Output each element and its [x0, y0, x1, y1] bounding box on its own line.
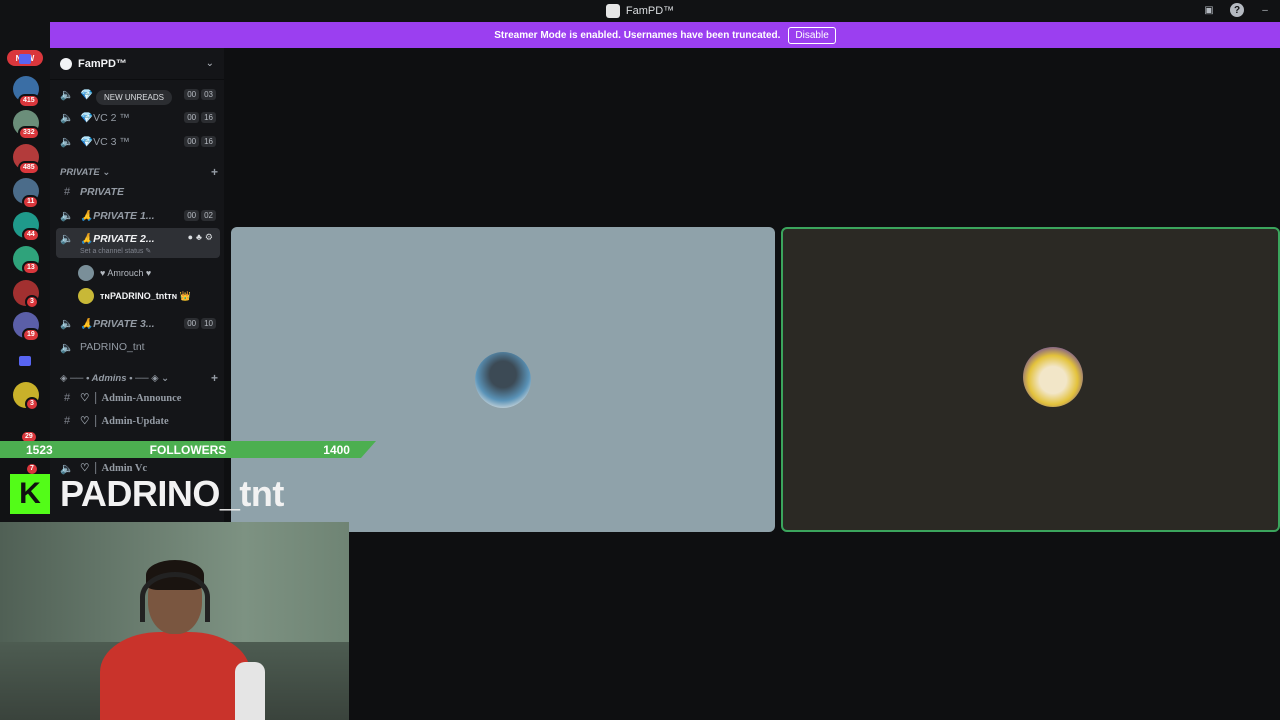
voice-channel-padrino[interactable]: 🔈 PADRINO_tnt: [56, 337, 220, 357]
channel-label: ♡ │ Admin-Update: [80, 416, 169, 427]
text-channel-admin-update[interactable]: # ♡ │ Admin-Update: [56, 411, 220, 431]
help-icon[interactable]: ?: [1230, 3, 1244, 17]
unread-badge: 11: [22, 195, 40, 209]
voice-tile-padrino[interactable]: [781, 227, 1280, 532]
channel-label: PRIVATE: [80, 186, 124, 198]
user-count: 00: [184, 111, 200, 123]
unread-badge: 332: [18, 126, 40, 140]
title-bar: FamPD™ ▣ ? –: [0, 0, 1280, 22]
channel-label: 🙏PRIVATE 2...: [80, 233, 155, 245]
streamer-name: PADRINO_tnt: [60, 473, 284, 514]
unread-badge: 415: [18, 94, 40, 108]
followers-label: FOLLOWERS: [149, 442, 227, 457]
user-limit: 10: [201, 317, 216, 329]
voice-channel-vc2[interactable]: 🔈 💎VC 2 ™ 00 16: [56, 107, 220, 127]
person-shirt: [100, 632, 250, 720]
unread-badge: 19: [22, 328, 40, 342]
voice-user-padrino[interactable]: ᴛɴPADRINO_tntᴛɴ 👑: [78, 287, 191, 305]
new-unreads-pill[interactable]: NEW UNREADS: [96, 90, 173, 105]
hash-icon: #: [63, 186, 71, 198]
avatar: [78, 288, 94, 304]
speaker-icon: 🔈: [60, 341, 74, 354]
text-channel-private[interactable]: # PRIVATE: [56, 182, 220, 202]
inbox-icon[interactable]: ▣: [1202, 3, 1216, 17]
banner-message: Streamer Mode is enabled. Usernames have…: [494, 29, 781, 41]
channel-label: 💎VC 3 ™: [80, 135, 130, 148]
app-icon: [605, 4, 620, 18]
voice-channel-private-1[interactable]: 🔈 🙏PRIVATE 1... 00 02: [56, 205, 220, 225]
user-limit: 16: [201, 135, 216, 147]
follower-count-goal: 1400: [323, 442, 350, 457]
server-logo-icon: [60, 57, 72, 70]
speaker-icon: 🔈: [60, 88, 74, 101]
streamer-mode-banner: Streamer Mode is enabled. Usernames have…: [50, 22, 1280, 48]
channel-actions[interactable]: ●♣⚙: [188, 232, 216, 243]
user-count: 00: [184, 317, 200, 329]
user-count: 00: [184, 209, 200, 221]
avatar: [78, 265, 94, 281]
unread-badge: 3: [25, 295, 39, 309]
window-title: FamPD™: [625, 5, 675, 17]
streamer-name-overlay: K PADRINO_tnt: [0, 466, 340, 522]
voice-user-amrouch[interactable]: ♥ Amrouch ♥: [78, 264, 151, 282]
plus-icon[interactable]: +: [211, 165, 218, 179]
server-name: FamPD™: [78, 57, 127, 70]
follower-count-current: 1523: [26, 442, 53, 457]
folder-icon[interactable]: [19, 54, 31, 64]
unread-badge: 485: [18, 161, 40, 175]
category-label: ◈ ── • Admins • ── ◈ ⌄: [60, 372, 170, 384]
category-label: PRIVATE ⌄: [60, 166, 111, 178]
voice-channel-private-2[interactable]: 🔈 🙏PRIVATE 2... ●♣⚙ Set a channel status…: [56, 228, 220, 258]
user-limit: 03: [201, 88, 216, 100]
voice-channel-vc3[interactable]: 🔈 💎VC 3 ™ 00 16: [56, 131, 220, 151]
category-admins[interactable]: ◈ ── • Admins • ── ◈ ⌄ +: [60, 371, 218, 385]
kick-logo-icon: K: [10, 474, 50, 514]
voice-channel-private-3[interactable]: 🔈 🙏PRIVATE 3... 00 10: [56, 313, 220, 333]
headset-icon: [140, 572, 210, 622]
unread-badge: 13: [22, 261, 40, 275]
avatar: [475, 352, 531, 408]
user-limit: 16: [201, 111, 216, 123]
channel-label: 💎VC 2 ™: [80, 111, 130, 124]
username: ♥ Amrouch ♥: [100, 268, 152, 278]
chair: [235, 662, 265, 720]
channel-status[interactable]: Set a channel status ✎: [80, 247, 151, 255]
username: ᴛɴPADRINO_tntᴛɴ 👑: [100, 290, 191, 301]
minimize-icon[interactable]: –: [1258, 3, 1272, 17]
webcam-feed: [0, 522, 349, 720]
avatar: [1023, 347, 1083, 407]
channel-label: PADRINO_tnt: [80, 341, 145, 353]
hash-icon: #: [63, 392, 71, 404]
category-private[interactable]: PRIVATE ⌄ +: [60, 165, 218, 179]
disable-button[interactable]: Disable: [788, 26, 836, 44]
followers-bar: 1523 FOLLOWERS 1400: [0, 441, 376, 458]
speaker-icon: 🔈: [60, 233, 74, 245]
chevron-down-icon[interactable]: ⌄: [206, 58, 214, 69]
plus-icon[interactable]: +: [211, 371, 218, 385]
channel-label: ♡ │ Admin-Announce: [80, 393, 182, 404]
unread-badge: 44: [22, 228, 40, 242]
server-header[interactable]: FamPD™ ⌄: [50, 48, 224, 80]
speaker-icon: 🔈: [60, 111, 74, 124]
text-channel-admin-announce[interactable]: # ♡ │ Admin-Announce: [56, 388, 220, 408]
speaker-icon: 🔈: [60, 317, 74, 330]
folder-icon[interactable]: [19, 356, 31, 366]
hash-icon: #: [63, 415, 71, 427]
user-limit: 02: [201, 209, 216, 221]
channel-label: 🙏PRIVATE 3...: [80, 317, 155, 330]
channel-label: 🙏PRIVATE 1...: [80, 209, 155, 222]
speaker-icon: 🔈: [60, 135, 74, 148]
speaker-icon: 🔈: [60, 209, 74, 222]
user-count: 00: [184, 135, 200, 147]
unread-badge: 3: [25, 397, 39, 411]
user-count: 00: [184, 88, 200, 100]
